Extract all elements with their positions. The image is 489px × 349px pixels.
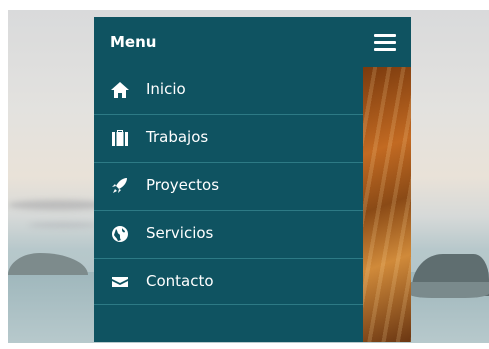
menu-item-label: Proyectos (146, 176, 220, 194)
rock-right-base (408, 282, 489, 298)
menu-item-label: Inicio (146, 80, 186, 98)
home-icon (110, 81, 130, 99)
globe-icon (110, 225, 130, 243)
menu-item-proyectos[interactable]: Proyectos (94, 163, 363, 211)
hamburger-icon[interactable] (374, 34, 396, 51)
rock-left (8, 253, 88, 275)
cloud (8, 200, 108, 210)
rocket-icon (110, 177, 130, 195)
menu-item-trabajos[interactable]: Trabajos (94, 115, 363, 163)
menu-item-label: Trabajos (146, 128, 209, 146)
menu-item-label: Servicios (146, 224, 214, 242)
side-menu: Menu Inicio Trabajos Proyectos Servicios… (94, 17, 411, 342)
menu-item-contacto[interactable]: Contacto (94, 259, 363, 305)
cloud (28, 222, 98, 228)
envelope-icon (110, 273, 130, 291)
menu-item-label: Contacto (146, 272, 214, 290)
menu-items: Inicio Trabajos Proyectos Servicios Cont… (94, 67, 363, 305)
menu-title: Menu (110, 33, 157, 51)
menu-item-servicios[interactable]: Servicios (94, 211, 363, 259)
menu-item-inicio[interactable]: Inicio (94, 67, 363, 115)
background-photo-strip (363, 67, 411, 342)
briefcase-icon (110, 129, 130, 147)
menu-header: Menu (94, 17, 411, 67)
